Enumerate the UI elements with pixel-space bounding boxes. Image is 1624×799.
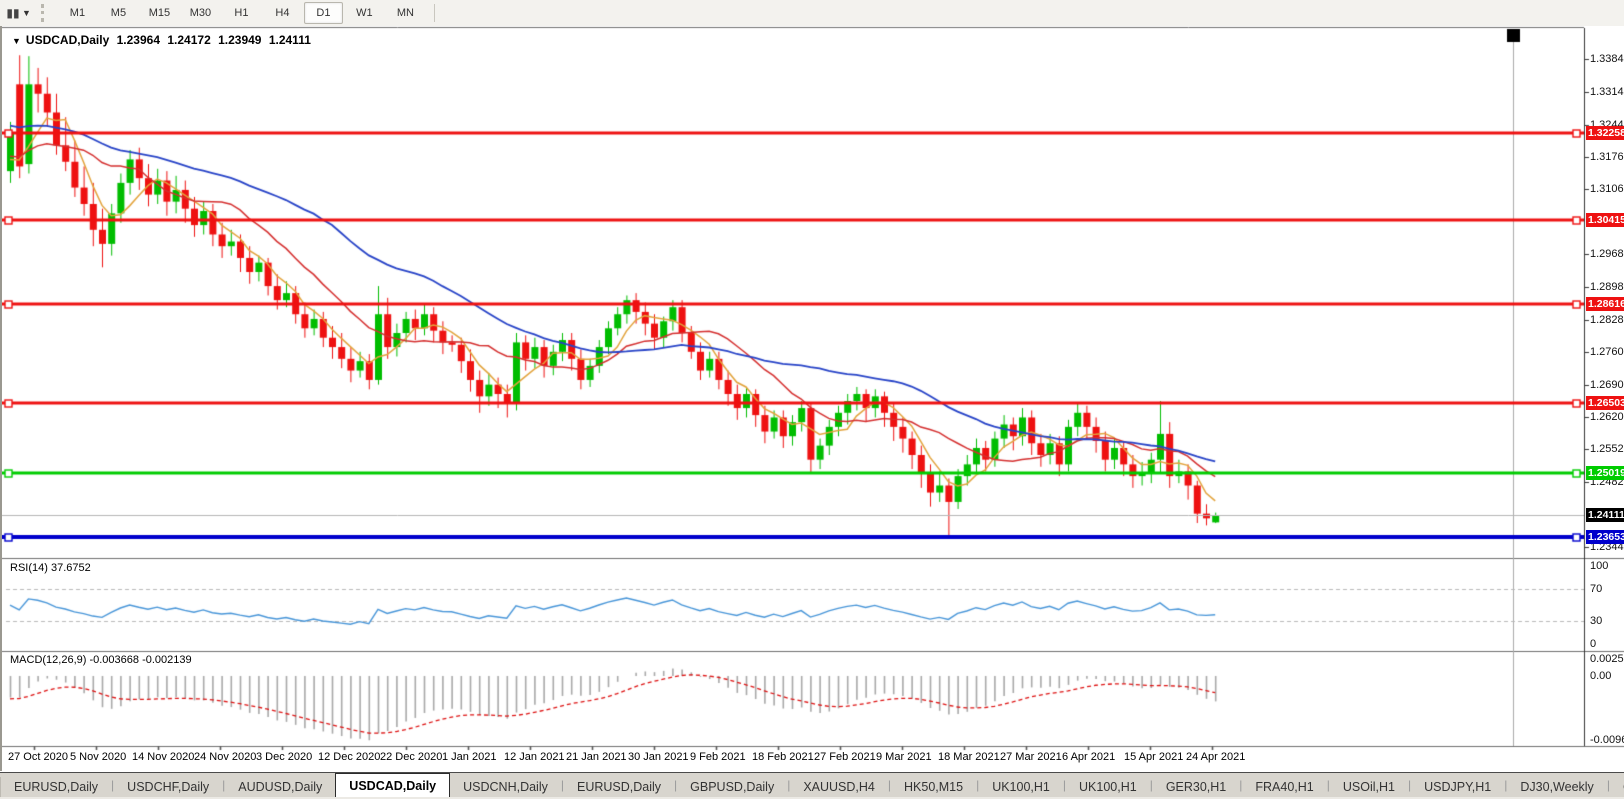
date-axis-label: 22 Dec 2020 xyxy=(380,751,442,763)
chart-tab-ger30-h1[interactable]: GER30,H1 xyxy=(1153,776,1239,797)
date-axis-label: 9 Feb 2021 xyxy=(690,751,746,763)
timeframe-button-m5[interactable]: M5 xyxy=(99,2,138,24)
chart-tab-dj30-weekly[interactable]: DJ30,Weekly xyxy=(1507,776,1606,797)
chart-tab-usdjpy-h1[interactable]: USDJPY,H1 xyxy=(1411,776,1504,797)
timeframe-button-d1[interactable]: D1 xyxy=(304,2,343,24)
chart-title[interactable]: ▼ USDCAD,Daily 1.23964 1.24172 1.23949 1.… xyxy=(12,33,315,47)
price-level-label-1-26503[interactable]: 1.26503 xyxy=(1586,396,1624,410)
chart-tab-china300-h1[interactable]: CHINA300,H1 xyxy=(1610,776,1624,797)
price-axis-tick: 1.33140 xyxy=(1590,86,1624,98)
chart-window: ▼ USDCAD,Daily 1.23964 1.24172 1.23949 1.… xyxy=(0,26,1624,771)
timeframe-button-h1[interactable]: H1 xyxy=(222,2,261,24)
date-axis-label: 12 Jan 2021 xyxy=(504,751,565,763)
date-axis-label: 18 Mar 2021 xyxy=(938,751,1000,763)
ohlc-open: 1.23964 xyxy=(117,33,160,47)
chart-tab-xauusd-h4[interactable]: XAUUSD,H4 xyxy=(790,776,888,797)
timeframe-button-m30[interactable]: M30 xyxy=(181,2,220,24)
ohlc-low: 1.23949 xyxy=(218,33,261,47)
date-axis-label: 5 Nov 2020 xyxy=(70,751,126,763)
chevron-down-icon[interactable]: ▼ xyxy=(22,8,31,18)
rsi-indicator-header[interactable]: RSI(14) 37.6752 xyxy=(10,562,91,574)
timeframe-button-m1[interactable]: M1 xyxy=(58,2,97,24)
date-axis-label: 27 Feb 2021 xyxy=(814,751,876,763)
macd-indicator-header[interactable]: MACD(12,26,9) -0.003668 -0.002139 xyxy=(10,654,192,666)
collapse-caret-icon[interactable]: ▼ xyxy=(12,36,21,46)
price-axis-tick: 1.25520 xyxy=(1590,443,1624,455)
date-axis-label: 14 Nov 2020 xyxy=(132,751,194,763)
date-axis-label: 1 Jan 2021 xyxy=(442,751,496,763)
toolbar-grip-handle[interactable] xyxy=(41,4,51,22)
price-level-label-1-25019[interactable]: 1.25019 xyxy=(1586,466,1624,480)
chart-tab-fra40-h1[interactable]: FRA40,H1 xyxy=(1242,776,1326,797)
current-price-label: 1.24111 xyxy=(1586,508,1624,522)
price-level-label-1-23653[interactable]: 1.23653 xyxy=(1586,530,1624,544)
ohlc-close: 1.24111 xyxy=(269,33,311,47)
price-level-label-1-28616[interactable]: 1.28616 xyxy=(1586,297,1624,311)
date-axis-label: 24 Apr 2021 xyxy=(1186,751,1245,763)
mt4-application-window: ▮▮ ▼ M1M5M15M30H1H4D1W1MN ▼ USDCAD,Daily … xyxy=(0,0,1624,799)
price-level-label-1-32258[interactable]: 1.32258 xyxy=(1586,126,1624,140)
timeframe-button-w1[interactable]: W1 xyxy=(345,2,384,24)
toolbar-separator xyxy=(434,4,435,22)
chart-symbol-label: USDCAD,Daily xyxy=(26,33,109,47)
chart-tab-usdcad-daily[interactable]: USDCAD,Daily xyxy=(335,773,450,797)
macd-axis-label: 0.00 xyxy=(1590,670,1611,682)
timeframe-toolbar: ▮▮ ▼ M1M5M15M30H1H4D1W1MN xyxy=(0,0,1624,27)
rsi-axis-label: 100 xyxy=(1590,560,1608,572)
price-axis-tick: 1.27600 xyxy=(1590,346,1624,358)
timeframe-button-h4[interactable]: H4 xyxy=(263,2,302,24)
chart-tab-bar: EURUSD,Daily|USDCHF,Daily|AUDUSD,DailyUS… xyxy=(0,772,1624,797)
price-axis-tick: 1.29680 xyxy=(1590,248,1624,260)
date-axis[interactable]: 27 Oct 20205 Nov 2020 14 Nov 202024 Nov 2… xyxy=(0,751,1624,769)
date-axis-label: 9 Mar 2021 xyxy=(876,751,932,763)
date-axis-label: 27 Mar 2021 xyxy=(1000,751,1062,763)
price-level-label-1-30415[interactable]: 1.30415 xyxy=(1586,213,1624,227)
date-axis-label: 24 Nov 2020 xyxy=(194,751,256,763)
ohlc-high: 1.24172 xyxy=(167,33,210,47)
date-axis-label: 15 Apr 2021 xyxy=(1124,751,1183,763)
date-axis-label: 21 Jan 2021 xyxy=(566,751,627,763)
price-axis-tick: 1.26200 xyxy=(1590,411,1624,423)
chart-tab-gbpusd-daily[interactable]: GBPUSD,Daily xyxy=(677,776,787,797)
price-axis-tick: 1.28280 xyxy=(1590,314,1624,326)
chart-tab-usoil-h1[interactable]: USOil,H1 xyxy=(1330,776,1408,797)
timeframe-button-mn[interactable]: MN xyxy=(386,2,425,24)
price-axis-tick: 1.33840 xyxy=(1590,53,1624,65)
chart-tab-audusd-daily[interactable]: AUDUSD,Daily xyxy=(225,776,335,797)
chart-tab-uk100-h1[interactable]: UK100,H1 xyxy=(979,776,1063,797)
date-axis-label: 6 Apr 2021 xyxy=(1062,751,1115,763)
chart-tab-usdchf-daily[interactable]: USDCHF,Daily xyxy=(114,776,222,797)
chart-tab-usdcnh-daily[interactable]: USDCNH,Daily xyxy=(450,776,561,797)
macd-axis-label: 0.00258 xyxy=(1590,653,1624,665)
date-axis-label: 30 Jan 2021 xyxy=(628,751,689,763)
price-axis-tick: 1.31060 xyxy=(1590,183,1624,195)
macd-axis-label: -0.00968 xyxy=(1590,734,1624,746)
date-axis-label: 27 Oct 2020 xyxy=(8,751,68,763)
chart-tab-eurusd-daily[interactable]: EURUSD,Daily xyxy=(1,776,111,797)
rsi-axis-label: 0 xyxy=(1590,638,1596,650)
chart-tab-hk50-m15[interactable]: HK50,M15 xyxy=(891,776,976,797)
price-axis-tick: 1.31760 xyxy=(1590,151,1624,163)
rsi-axis-label: 30 xyxy=(1590,615,1602,627)
chart-tab-uk100-h1[interactable]: UK100,H1 xyxy=(1066,776,1150,797)
price-axis-tick: 1.26900 xyxy=(1590,379,1624,391)
rsi-axis-label: 70 xyxy=(1590,583,1602,595)
price-axis-tick: 1.28980 xyxy=(1590,281,1624,293)
date-axis-label: 18 Feb 2021 xyxy=(752,751,814,763)
date-axis-label: 3 Dec 2020 xyxy=(256,751,312,763)
timeframe-buttons-group: M1M5M15M30H1H4D1W1MN xyxy=(57,2,426,24)
date-axis-label: 12 Dec 2020 xyxy=(318,751,380,763)
timeframe-button-m15[interactable]: M15 xyxy=(140,2,179,24)
chart-canvas[interactable] xyxy=(2,26,1624,771)
chart-tab-eurusd-daily[interactable]: EURUSD,Daily xyxy=(564,776,674,797)
